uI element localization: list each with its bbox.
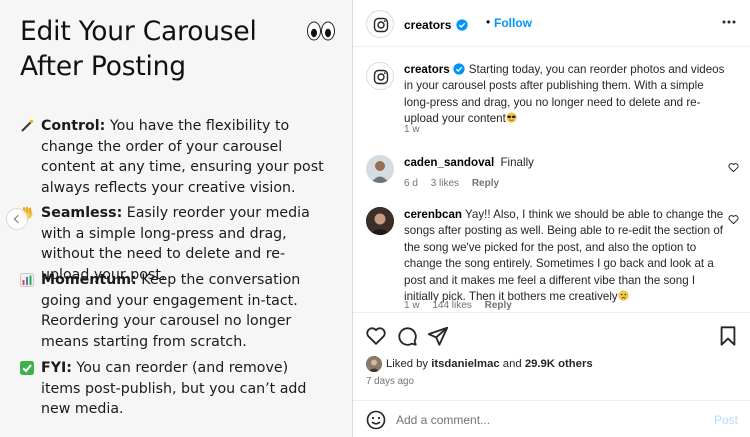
post-header: creators • Follow: [353, 0, 750, 47]
wand-emoji-icon: [21, 119, 34, 132]
comment-meta: 1 w 144 likes Reply: [404, 300, 522, 311]
instagram-logo-icon: [373, 17, 389, 33]
point-text: You can reorder (and remove) items post-…: [41, 360, 307, 417]
comment-age: 1 w: [404, 300, 420, 311]
comment-likes[interactable]: 144 likes: [432, 300, 471, 311]
reply-button[interactable]: Reply: [472, 178, 499, 189]
save-bookmark-icon[interactable]: [717, 325, 739, 347]
post-panel: creators • Follow creators Starting today…: [352, 0, 750, 437]
likes-middle: and: [499, 358, 525, 370]
commenter-name[interactable]: caden_sandoval: [404, 156, 494, 169]
slide-title: Edit Your Carousel After Posting: [20, 16, 257, 82]
likes-prefix: Liked by: [386, 358, 432, 370]
author-name-row: creators: [404, 16, 468, 34]
comment-likes[interactable]: 3 likes: [431, 178, 459, 189]
post-age: 7 days ago: [366, 376, 414, 387]
point-fyi: FYI: You can reorder (and remove) items …: [20, 358, 330, 420]
point-momentum: Momentum: Keep the conversation going an…: [20, 270, 330, 352]
like-comment-heart-icon[interactable]: [728, 162, 739, 173]
likes-count[interactable]: 29.9K others: [525, 358, 593, 370]
caption-author[interactable]: creators: [404, 63, 450, 76]
liker-name[interactable]: itsdanielmac: [431, 358, 499, 370]
like-heart-icon[interactable]: [365, 325, 387, 347]
verified-badge-icon: [453, 63, 465, 75]
follow-button[interactable]: Follow: [494, 16, 532, 30]
point-label: Momentum:: [41, 272, 137, 288]
share-send-icon[interactable]: [427, 325, 449, 347]
commenter-name[interactable]: cerenbcan: [404, 208, 462, 221]
commenter-avatar[interactable]: [366, 207, 394, 235]
point-label: FYI:: [41, 360, 72, 376]
person-photo-icon: [366, 356, 382, 372]
carousel-prev-button[interactable]: [6, 208, 28, 230]
person-photo-icon: [366, 155, 394, 183]
verified-badge-icon: [456, 19, 468, 31]
person-photo-icon: [366, 207, 394, 235]
eyes-emoji-icon: [307, 21, 335, 41]
check-emoji-icon: [20, 361, 34, 375]
add-comment-input[interactable]: [396, 411, 696, 429]
carousel-slide: Edit Your Carousel After Posting Control…: [0, 0, 352, 437]
comment-body: cerenbcan Yay!! Also, I think we should b…: [404, 207, 729, 305]
comment-age: 6 d: [404, 178, 418, 189]
post-comment-button[interactable]: Post: [714, 413, 738, 427]
caption-age: 1 w: [404, 124, 420, 135]
separator-dot: •: [486, 15, 491, 29]
commenter-avatar[interactable]: [366, 155, 394, 183]
caption-author-avatar[interactable]: [366, 62, 394, 90]
instagram-logo-icon: [373, 69, 389, 85]
more-options-icon[interactable]: [721, 14, 737, 30]
author-avatar[interactable]: [366, 10, 394, 38]
emoji-picker-icon[interactable]: [366, 410, 386, 430]
point-label: Control:: [41, 118, 106, 134]
sunglasses-emoji-icon: [506, 112, 517, 123]
add-comment-bar: Post: [353, 400, 750, 437]
chart-emoji-icon: [20, 273, 34, 287]
worried-face-emoji-icon: [618, 290, 629, 301]
post-actions: Liked by itsdanielmac and 29.9K others 7…: [353, 312, 750, 437]
liker-avatar[interactable]: [366, 356, 382, 372]
comment-text: Finally: [500, 156, 534, 169]
point-label: Seamless:: [41, 205, 123, 221]
caption-meta: 1 w: [404, 124, 430, 135]
author-name[interactable]: creators: [404, 18, 451, 32]
comment-meta: 6 d 3 likes Reply: [404, 178, 509, 189]
reply-button[interactable]: Reply: [485, 300, 512, 311]
comment-text: Yay!! Also, I think we should be able to…: [404, 208, 724, 304]
like-comment-heart-icon[interactable]: [728, 214, 739, 225]
point-control: Control: You have the flexibility to cha…: [20, 116, 330, 198]
caption-body: creators Starting today, you can reorder …: [404, 62, 729, 128]
comment-bubble-icon[interactable]: [396, 325, 418, 347]
comment-body: caden_sandoval Finally: [404, 155, 729, 171]
